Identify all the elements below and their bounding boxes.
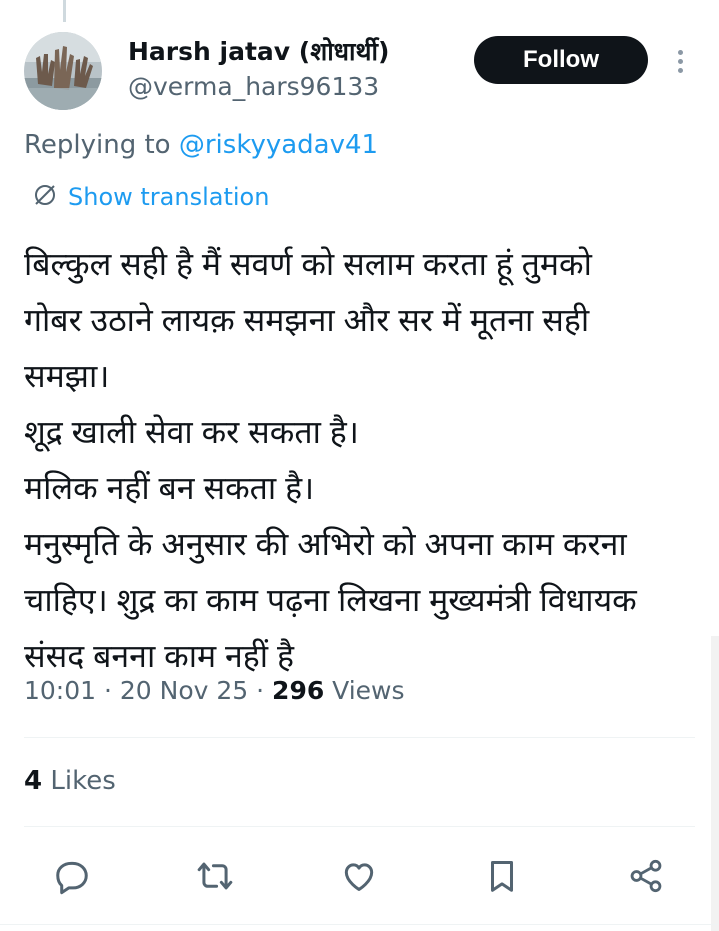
likes-link[interactable]: 4 Likes — [24, 766, 116, 796]
tweet-text-line: समझा। — [24, 358, 110, 394]
tweet-text-line: शूद्र खाली सेवा कर सकता है। — [24, 414, 359, 450]
replying-to-prefix: Replying to — [24, 130, 179, 160]
tweet-time[interactable]: 10:01 — [24, 676, 96, 705]
share-icon[interactable] — [624, 854, 668, 898]
replying-to-line: Replying to @riskyyadav41 — [24, 130, 378, 160]
reply-icon[interactable] — [50, 854, 94, 898]
tweet-text-line: मनुस्मृति के अनुसार की अभिरो को अपना काम… — [24, 526, 627, 562]
tweet-header: Harsh jatav (शोधार्थी) @verma_hars96133 … — [0, 28, 719, 118]
translate-icon — [32, 182, 58, 212]
bookmark-icon[interactable] — [480, 854, 524, 898]
reply-mention-link[interactable]: @riskyyadav41 — [179, 130, 378, 160]
avatar-image — [24, 32, 102, 110]
tweet-date[interactable]: 20 Nov 25 — [120, 676, 248, 705]
tweet-text-line: बिल्कुल सही है मैं सवर्ण को सलाम करता हू… — [24, 246, 592, 282]
divider — [24, 826, 695, 827]
tweet-metadata: 10:01 · 20 Nov 25 · 296 Views — [24, 676, 405, 705]
show-translation-link[interactable]: Show translation — [32, 180, 269, 214]
scroll-edge — [711, 636, 719, 931]
avatar[interactable] — [24, 32, 102, 110]
tweet-text-line: मलिक नहीं बन सकता है। — [24, 470, 315, 506]
views-count[interactable]: 296 — [272, 676, 324, 705]
tweet-text: बिल्कुल सही है मैं सवर्ण को सलाम करता हू… — [24, 236, 704, 684]
meta-separator: · — [96, 676, 120, 705]
bottom-border — [0, 924, 719, 925]
more-icon[interactable] — [666, 44, 694, 78]
meta-separator: · — [248, 676, 273, 705]
thread-connector-line — [63, 0, 66, 22]
more-dot — [677, 58, 683, 64]
likes-count: 4 — [24, 766, 43, 796]
tweet-text-line: गोबर उठाने लायक़ समझना और सर में मूतना स… — [24, 302, 590, 338]
tweet-text-line: चाहिए। शुद्र का काम पढ़ना लिखना मुख्यमंत… — [24, 582, 637, 618]
more-dot — [677, 67, 683, 73]
tweet-actions-bar — [0, 850, 719, 902]
user-handle[interactable]: @verma_hars96133 — [128, 72, 379, 101]
retweet-icon[interactable] — [193, 854, 237, 898]
display-name[interactable]: Harsh jatav (शोधार्थी) — [128, 34, 389, 68]
show-translation-label: Show translation — [68, 183, 270, 211]
more-dot — [677, 49, 683, 55]
likes-label: Likes — [42, 766, 116, 796]
heart-icon[interactable] — [337, 854, 381, 898]
divider — [24, 737, 695, 738]
views-label: Views — [324, 676, 405, 705]
follow-button[interactable]: Follow — [474, 36, 648, 84]
